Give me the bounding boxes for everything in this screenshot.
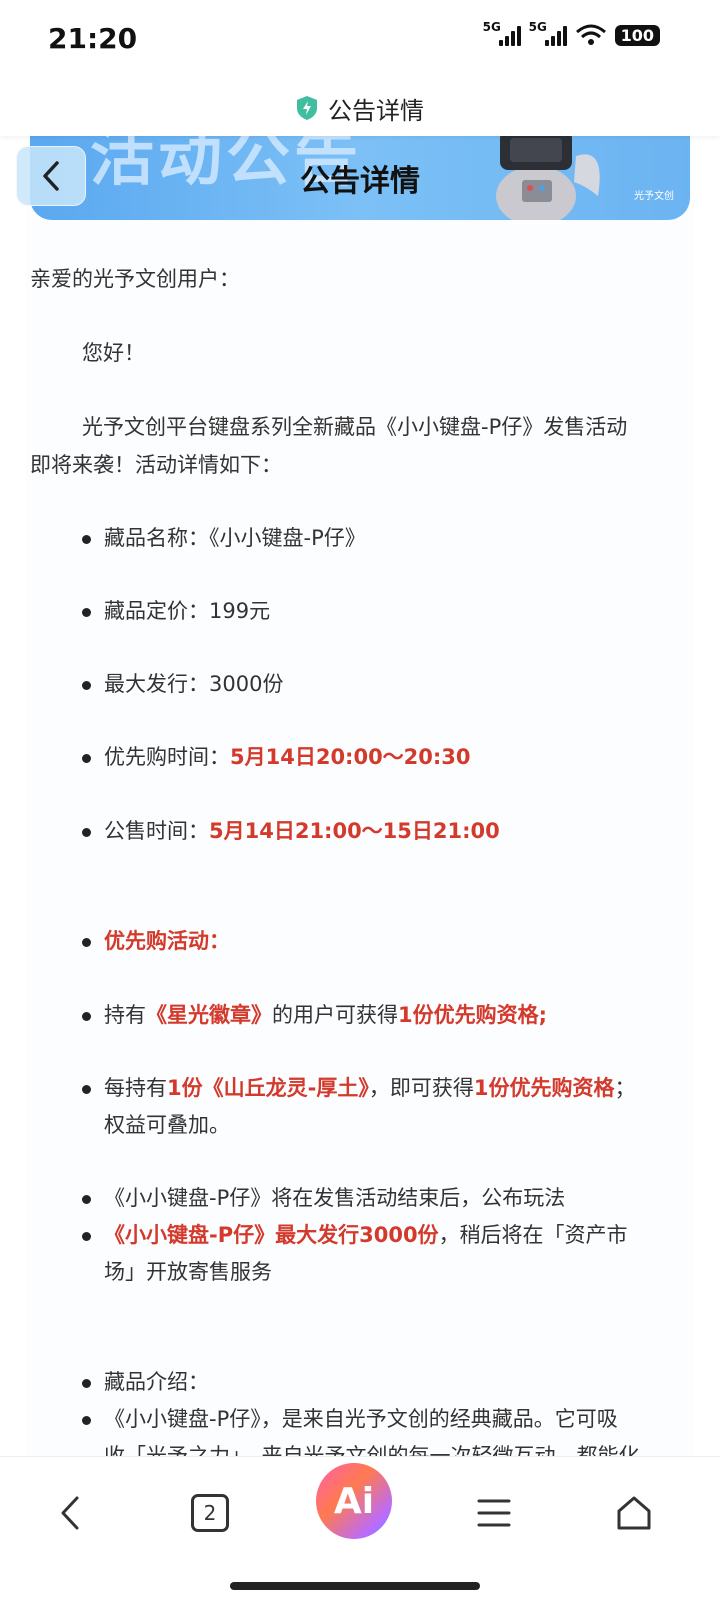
banner-title: 公告详情 [300, 164, 420, 199]
list-item-presale-time: 优先购时间：5月14日20:00～20:30 [104, 745, 471, 769]
banner-tag: 光予文创 [634, 191, 674, 202]
bullet-icon [82, 608, 91, 617]
bullet-icon [82, 1416, 91, 1425]
cellular-signal-icon-2: 5G [529, 20, 567, 46]
wifi-icon [575, 24, 606, 45]
page-title: 公告详情 [328, 96, 424, 125]
resale-note: 《小小键盘-P仔》最大发行3000份，稍后将在「资产市 场」开放寄售服务 [104, 1223, 628, 1284]
list-item-supply: 最大发行：3000份 [104, 672, 284, 696]
page-header: 公告详情 [0, 80, 720, 136]
bullet-icon [82, 681, 91, 690]
home-button[interactable] [604, 1483, 664, 1543]
list-item-price: 藏品定价：199元 [104, 599, 271, 623]
bullet-icon [82, 1012, 91, 1021]
status-time: 21:20 [48, 22, 138, 55]
announcement-content[interactable]: 活动公告 公告详情 光予文创 亲爱的光予文创用户： 您好！ 光予文创平台键盘系列… [26, 136, 694, 1456]
greeting-text: 亲爱的光予文创用户： [30, 267, 240, 291]
bullet-icon [82, 754, 91, 763]
bullet-icon [82, 1195, 91, 1204]
bullet-icon [82, 1085, 91, 1094]
intro-title: 藏品介绍： [104, 1370, 209, 1394]
intro-line-2: 即将来袭！活动详情如下： [30, 453, 282, 477]
back-arrow-icon [61, 1496, 79, 1530]
tabs-button[interactable]: 2 [180, 1483, 240, 1543]
priority-rule-2: 每持有1份《山丘龙灵-厚土》，即可获得1份优先购资格； 权益可叠加。 [104, 1076, 636, 1137]
menu-icon [477, 1499, 511, 1527]
battery-icon: 100 [614, 24, 660, 46]
bullet-icon [82, 938, 91, 947]
nav-back-button[interactable] [40, 1483, 100, 1543]
description: 《小小键盘-P仔》，是来自光予文创的经典藏品。它可吸 收「光予之力」，来自光予文创… [104, 1407, 640, 1456]
bullet-icon [82, 535, 91, 544]
intro-line-1: 光予文创平台键盘系列全新藏品《小小键盘-P仔》发售活动 [82, 415, 628, 439]
browser-bottom-nav: 2 Ai [0, 1456, 720, 1601]
list-item-public-time: 公售时间：5月14日21:00～15日21:00 [104, 819, 500, 843]
menu-button[interactable] [464, 1483, 524, 1543]
bullet-icon [82, 1232, 91, 1241]
ai-assistant-button[interactable]: Ai [316, 1463, 392, 1539]
tabs-icon: 2 [191, 1494, 229, 1532]
list-item-name: 藏品名称：《小小键盘-P仔》 [104, 526, 366, 550]
hello-text: 您好！ [82, 341, 145, 365]
status-bar: 21:20 5G 5G 100 [0, 0, 720, 80]
priority-rule-1: 持有《星光徽章》的用户可获得1份优先购资格; [104, 1003, 548, 1027]
shield-icon [297, 96, 317, 120]
priority-title: 优先购活动： [104, 929, 230, 953]
home-indicator[interactable] [230, 1582, 480, 1590]
back-button[interactable] [16, 146, 86, 206]
announcement-banner: 活动公告 公告详情 光予文创 [30, 136, 690, 220]
home-icon [617, 1496, 651, 1530]
bullet-icon [82, 828, 91, 837]
status-icons: 5G 5G 100 [483, 20, 660, 46]
bullet-icon [82, 1379, 91, 1388]
cellular-signal-icon: 5G [483, 20, 521, 46]
chevron-left-icon [43, 161, 59, 191]
play-note: 《小小键盘-P仔》将在发售活动结束后，公布玩法 [104, 1186, 566, 1210]
